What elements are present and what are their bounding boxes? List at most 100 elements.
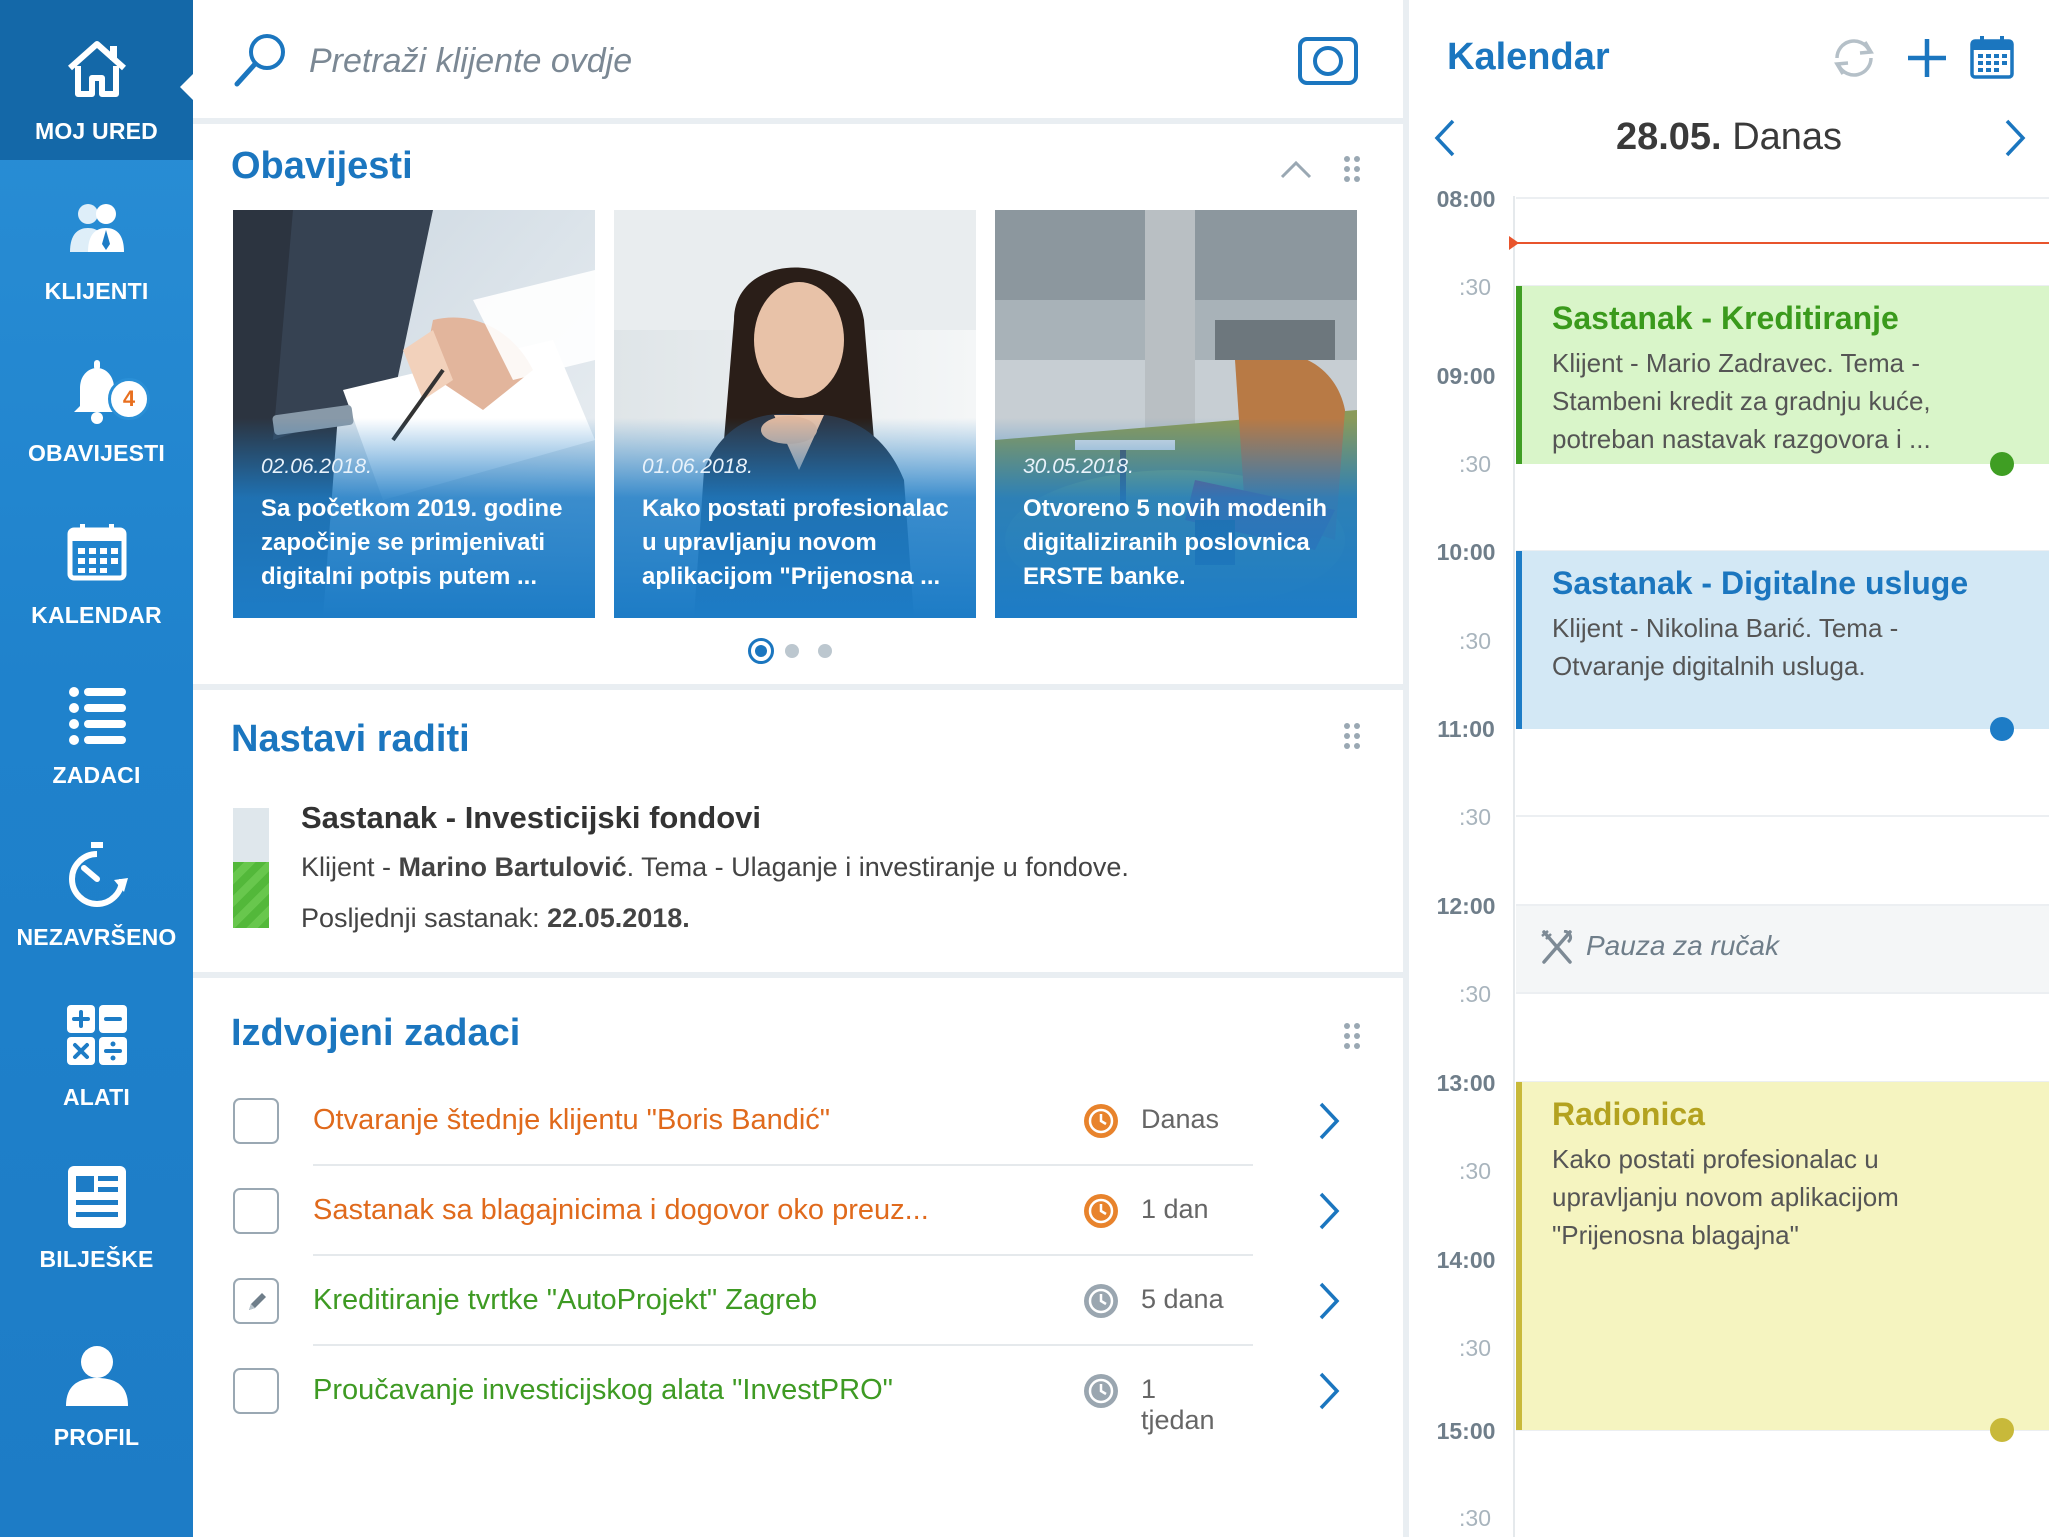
divider xyxy=(193,684,1403,690)
task-title[interactable]: Otvaranje štednje klijentu "Boris Bandić… xyxy=(313,1104,830,1137)
page-dot[interactable] xyxy=(785,644,799,658)
card-date: 30.05.2018. xyxy=(1023,455,1134,478)
event-resize-handle[interactable] xyxy=(1990,717,2014,741)
news-card[interactable]: 01.06.2018. Kako postati profesionalac u… xyxy=(614,210,976,618)
event-description: Kako postati profesionalac u upravljanju… xyxy=(1552,1144,1899,1250)
next-day-icon[interactable] xyxy=(2003,118,2027,158)
notification-count-badge: 4 xyxy=(108,378,150,420)
event-title: Sastanak - Kreditiranje xyxy=(1552,300,1899,336)
drag-handle-icon[interactable] xyxy=(1343,722,1361,750)
task-due: 1 tjedan xyxy=(1141,1374,1215,1435)
lunch-break-block[interactable]: Pauza za ručak xyxy=(1516,906,2049,992)
task-title[interactable]: Sastanak sa blagajnicima i dogovor oko p… xyxy=(313,1194,929,1227)
chevron-right-icon[interactable] xyxy=(1318,1281,1340,1321)
task-row[interactable]: Otvaranje štednje klijentu "Boris Bandić… xyxy=(233,1076,1340,1166)
drag-handle-icon[interactable] xyxy=(1343,155,1361,183)
continue-working-title: Nastavi raditi xyxy=(231,718,470,760)
search-icon[interactable] xyxy=(231,30,291,90)
hour-label: 09:00 xyxy=(1436,363,1496,389)
sidebar-item-zadaci[interactable]: ZADACI xyxy=(0,644,193,804)
chevron-right-icon[interactable] xyxy=(1318,1191,1340,1231)
half-hour-label: :30 xyxy=(1459,451,1491,477)
half-hour-label: :30 xyxy=(1459,1158,1491,1184)
half-hour-line xyxy=(1516,815,2049,817)
current-time-marker xyxy=(1509,236,1519,250)
hour-label: 12:00 xyxy=(1436,893,1496,919)
page-dot[interactable] xyxy=(818,644,832,658)
progress-fill xyxy=(233,862,269,928)
half-hour-label: :30 xyxy=(1459,804,1491,830)
calendar-event[interactable]: Radionica Kako postati profesionalac u u… xyxy=(1516,1082,2049,1442)
sidebar-item-label: OBAVIJESTI xyxy=(27,440,166,466)
calendar-event[interactable]: Sastanak - Kreditiranje Klijent - Mario … xyxy=(1516,286,2049,476)
search-input[interactable] xyxy=(309,34,1169,88)
collapse-chevron-icon[interactable] xyxy=(1279,158,1313,180)
task-checkbox-edit[interactable] xyxy=(233,1278,279,1324)
sidebar-item-profil[interactable]: PROFIL xyxy=(0,1306,193,1466)
task-row[interactable]: Sastanak sa blagajnicima i dogovor oko p… xyxy=(233,1166,1340,1256)
fork-knife-icon xyxy=(1541,930,1573,964)
task-checkbox[interactable] xyxy=(233,1368,279,1414)
task-due: 1 dan xyxy=(1141,1194,1209,1224)
task-checkbox[interactable] xyxy=(233,1098,279,1144)
clock-icon xyxy=(1084,1284,1118,1318)
chevron-right-icon[interactable] xyxy=(1318,1101,1340,1141)
hour-label: 11:00 xyxy=(1437,716,1495,742)
event-resize-handle[interactable] xyxy=(1990,1418,2014,1442)
news-card[interactable]: 30.05.2018. Otvoreno 5 novih modenih dig… xyxy=(995,210,1357,618)
task-title[interactable]: Proučavanje investicijskog alata "Invest… xyxy=(313,1374,893,1407)
sidebar-item-moj-ured[interactable]: MOJ URED xyxy=(0,0,194,160)
task-row[interactable]: Proučavanje investicijskog alata "Invest… xyxy=(233,1346,1340,1436)
page-dot-active[interactable] xyxy=(748,638,774,664)
sidebar-item-biljeske[interactable]: BILJEŠKE xyxy=(0,1128,193,1288)
sidebar-item-label: NEZAVRŠENO xyxy=(16,924,177,950)
last-meeting-label: Posljednji sastanak: xyxy=(301,903,548,933)
half-hour-label: :30 xyxy=(1459,628,1491,654)
add-event-icon[interactable] xyxy=(1905,36,1949,80)
camera-scan-icon[interactable] xyxy=(1297,36,1359,86)
client-prefix: Klijent - xyxy=(301,852,399,882)
calendar-view-icon[interactable] xyxy=(1969,34,2015,80)
event-resize-handle[interactable] xyxy=(1990,452,2014,476)
event-description: Klijent - Nikolina Barić. Tema - Otvaran… xyxy=(1552,613,1899,681)
hour-label: 14:00 xyxy=(1436,1247,1496,1273)
chevron-right-icon[interactable] xyxy=(1318,1371,1340,1411)
meeting-title[interactable]: Sastanak - Investicijski fondovi xyxy=(301,800,761,836)
sync-icon[interactable] xyxy=(1829,36,1879,80)
hour-label: 15:00 xyxy=(1436,1418,1496,1444)
task-row[interactable]: Kreditiranje tvrtke "AutoProjekt" Zagreb… xyxy=(233,1256,1340,1346)
task-checkbox[interactable] xyxy=(233,1188,279,1234)
profile-icon xyxy=(65,1346,128,1406)
date-value: 28.05. xyxy=(1615,116,1722,158)
drag-handle-icon[interactable] xyxy=(1343,1022,1361,1050)
today-label: Danas xyxy=(1732,116,1843,158)
sidebar-item-alati[interactable]: ALATI xyxy=(0,966,193,1126)
sidebar-item-klijenti[interactable]: KLIJENTI xyxy=(0,160,193,320)
notes-icon xyxy=(67,1166,126,1228)
active-indicator xyxy=(180,73,194,101)
divider xyxy=(193,118,1403,124)
progress-bar xyxy=(233,808,269,928)
event-title: Radionica xyxy=(1552,1096,1705,1132)
sidebar-item-obavijesti[interactable]: OBAVIJESTI xyxy=(0,322,193,482)
clock-icon xyxy=(1084,1374,1118,1408)
search-bar xyxy=(193,0,1403,120)
meeting-client-line: Klijent - Marino Bartulović. Tema - Ulag… xyxy=(301,852,1129,883)
card-date: 01.06.2018. xyxy=(642,455,753,478)
half-hour-label: :30 xyxy=(1459,981,1491,1007)
sidebar-item-label: ALATI xyxy=(62,1084,130,1110)
timeline-axis xyxy=(1513,196,1515,1537)
client-name: Marino Bartulović xyxy=(398,852,627,882)
hour-label: 10:00 xyxy=(1436,539,1496,565)
stopwatch-icon xyxy=(68,842,128,907)
sidebar-item-label: KALENDAR xyxy=(31,602,162,628)
calculator-icon xyxy=(66,1005,127,1065)
sidebar-item-kalendar[interactable]: KALENDAR xyxy=(0,484,193,644)
calendar-event[interactable]: Sastanak - Digitalne usluge Klijent - Ni… xyxy=(1516,551,2049,741)
task-due: Danas xyxy=(1141,1104,1220,1134)
task-title[interactable]: Kreditiranje tvrtke "AutoProjekt" Zagreb xyxy=(313,1284,817,1317)
sidebar-item-nezavrseno[interactable]: NEZAVRŠENO xyxy=(0,806,193,966)
clock-icon xyxy=(1084,1194,1118,1228)
half-hour-line xyxy=(1516,992,2049,994)
news-card[interactable]: 02.06.2018. Sa početkom 2019. godine zap… xyxy=(233,210,595,618)
